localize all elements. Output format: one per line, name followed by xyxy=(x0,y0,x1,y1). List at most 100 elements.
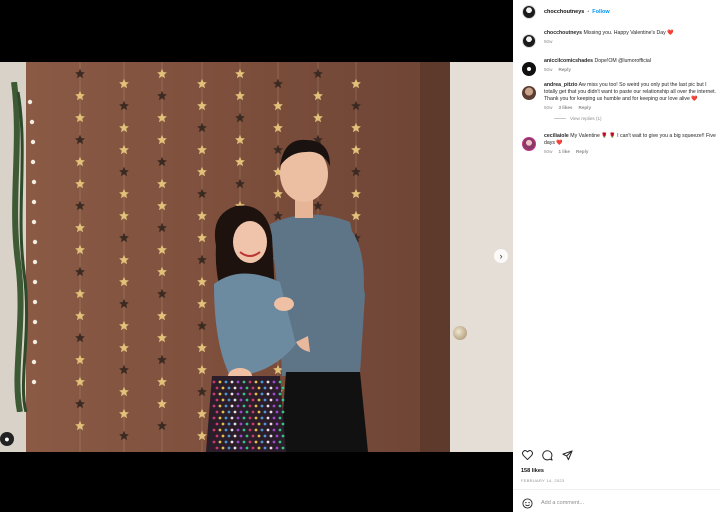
sequin xyxy=(236,440,240,444)
sequin xyxy=(257,446,261,450)
comment-username[interactable]: andrea_pitzio xyxy=(544,82,577,88)
sequin xyxy=(230,428,234,432)
emoji-icon[interactable] xyxy=(520,496,534,510)
sequin xyxy=(278,416,282,420)
sequin xyxy=(278,380,282,384)
sequin xyxy=(230,404,234,408)
post-date: FEBRUARY 14, 2023 xyxy=(521,478,565,483)
user-tag-icon[interactable]: ● xyxy=(0,432,14,446)
sequin xyxy=(245,386,249,390)
sequin xyxy=(242,392,246,396)
door-knob xyxy=(453,326,467,340)
sequin xyxy=(263,386,267,390)
sequin xyxy=(245,398,249,402)
share-icon[interactable] xyxy=(560,448,574,462)
sequin xyxy=(239,386,243,390)
sequin xyxy=(257,386,261,390)
comment-input[interactable] xyxy=(541,500,691,506)
comments-panel: chocchoutneys • Follow chocchoutneys Mis… xyxy=(513,0,720,512)
sequin xyxy=(215,386,219,390)
separator-dot: • xyxy=(587,9,590,15)
sequin xyxy=(272,404,276,408)
sequin xyxy=(236,404,240,408)
comment-username[interactable]: chocchoutneys xyxy=(544,30,582,36)
sequin xyxy=(248,380,252,384)
sequin xyxy=(281,398,285,402)
reply-button[interactable]: Reply xyxy=(579,105,592,110)
sequin xyxy=(242,440,246,444)
sequin xyxy=(269,386,273,390)
sequin xyxy=(215,398,219,402)
sequin xyxy=(221,434,225,438)
door-frame xyxy=(420,62,450,452)
heart-icon[interactable] xyxy=(520,448,534,462)
comment-username[interactable]: ceciliaiole xyxy=(544,133,569,139)
sequin xyxy=(260,428,264,432)
reply-button[interactable]: Reply xyxy=(558,67,571,72)
comment-text-block: andrea_pitzio Aw miss you too! So weird … xyxy=(544,82,716,103)
sequin xyxy=(275,446,279,450)
sequin xyxy=(281,422,285,426)
sequin xyxy=(212,380,216,384)
sequin xyxy=(239,446,243,450)
sequin xyxy=(272,392,276,396)
comment-text-block: chocchoutneys Missing you. Happy Valenti… xyxy=(544,30,716,37)
sequin xyxy=(233,434,237,438)
comment-body: Dope!OM @lumorofficial xyxy=(594,58,651,64)
sequin xyxy=(263,446,267,450)
sequin xyxy=(248,428,252,432)
commenter-avatar[interactable] xyxy=(522,137,536,151)
sequin xyxy=(242,428,246,432)
sequin xyxy=(221,398,225,402)
commenter-avatar[interactable] xyxy=(522,34,536,48)
owner-username[interactable]: chocchoutneys xyxy=(544,9,584,15)
follow-button[interactable]: Follow xyxy=(592,9,609,15)
sequin xyxy=(254,380,258,384)
view-replies-button[interactable]: View replies (1) xyxy=(554,116,716,121)
sequin xyxy=(224,380,228,384)
comment-username[interactable]: aniccilcomicshades xyxy=(544,58,593,64)
comment-icon[interactable] xyxy=(540,448,554,462)
reply-button[interactable]: Reply xyxy=(576,149,589,154)
sequin xyxy=(278,404,282,408)
comment-body: My Valentine 🌹 🌹 I can't wait to give yo… xyxy=(544,133,716,146)
sequin xyxy=(254,416,258,420)
sequin xyxy=(266,404,270,408)
sequin xyxy=(218,440,222,444)
sequin xyxy=(272,428,276,432)
sequin xyxy=(221,386,225,390)
chevron-right-icon[interactable]: › xyxy=(494,249,508,263)
comment-time: 50w xyxy=(544,105,553,110)
sequin xyxy=(257,398,261,402)
sequin xyxy=(275,434,279,438)
sequin xyxy=(254,428,258,432)
likes-count[interactable]: 158 likes xyxy=(521,468,544,474)
sequin xyxy=(251,410,255,414)
sequin xyxy=(230,440,234,444)
sequin xyxy=(257,422,261,426)
sequin xyxy=(272,440,276,444)
commenter-avatar[interactable] xyxy=(522,62,536,76)
sequin xyxy=(263,410,267,414)
sequin xyxy=(248,392,252,396)
owner-avatar[interactable] xyxy=(522,5,536,19)
sequin xyxy=(278,428,282,432)
commenter-avatar[interactable] xyxy=(522,86,536,100)
sequin xyxy=(218,416,222,420)
sequin xyxy=(245,422,249,426)
sequin xyxy=(251,386,255,390)
sequin xyxy=(221,410,225,414)
comment-likes[interactable]: 1 like xyxy=(558,149,570,154)
comment-text-block: ceciliaiole My Valentine 🌹 🌹 I can't wai… xyxy=(544,133,716,147)
sequin xyxy=(242,416,246,420)
divider xyxy=(513,489,720,490)
sequin xyxy=(215,446,219,450)
sequin xyxy=(263,434,267,438)
comment-likes[interactable]: 3 likes xyxy=(558,105,572,110)
sequin xyxy=(275,398,279,402)
sequin xyxy=(215,422,219,426)
sequin xyxy=(227,386,231,390)
sequin xyxy=(266,416,270,420)
sequin xyxy=(269,446,273,450)
sequin xyxy=(218,380,222,384)
